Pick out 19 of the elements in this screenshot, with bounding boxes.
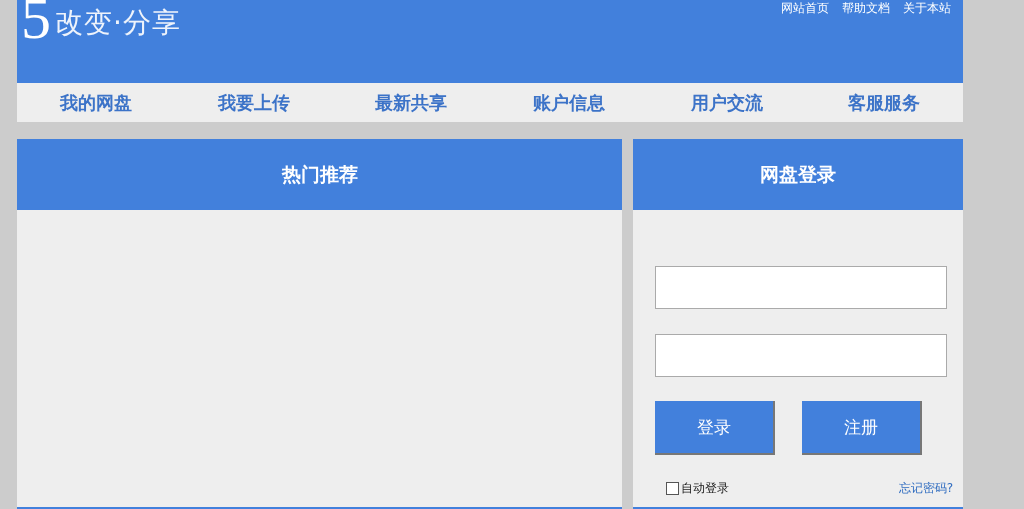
nav-item[interactable]: 最新共享 — [332, 83, 490, 122]
header-link[interactable]: 关于本站 — [903, 0, 951, 16]
login-button[interactable]: 登录 — [655, 401, 775, 455]
username-field[interactable] — [655, 266, 947, 309]
panel-title: 热门推荐 — [17, 139, 622, 210]
nav-item[interactable]: 我的网盘 — [17, 83, 175, 122]
forgot-password-link[interactable]: 忘记密码? — [898, 480, 953, 497]
header-link[interactable]: 网站首页 — [781, 0, 829, 16]
nav-item[interactable]: 我要上传 — [174, 83, 333, 122]
nav-item[interactable]: 用户交流 — [647, 83, 806, 122]
checkbox[interactable] — [666, 482, 679, 495]
nav-item[interactable]: 客服服务 — [805, 83, 964, 122]
register-button[interactable]: 注册 — [802, 401, 922, 455]
panel-title: 网盘登录 — [633, 139, 963, 210]
nav-item[interactable]: 账户信息 — [490, 83, 648, 122]
checkbox-label: 自动登录 — [681, 480, 729, 497]
header-link[interactable]: 帮助文档 — [842, 0, 890, 16]
logo-text: 改变·分享 — [55, 8, 181, 38]
password-field[interactable] — [655, 334, 947, 377]
